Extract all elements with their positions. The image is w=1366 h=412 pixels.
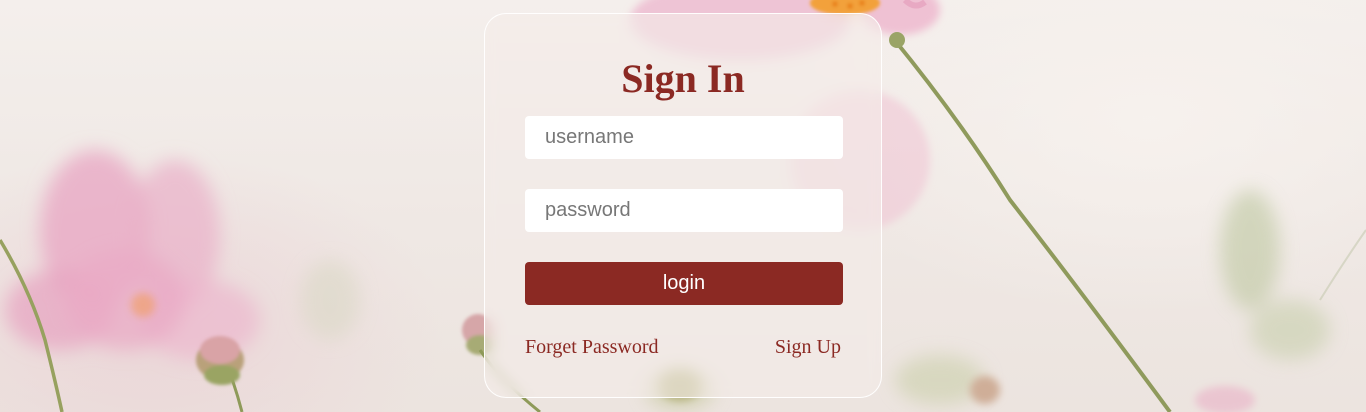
- sign-up-link[interactable]: Sign Up: [775, 335, 841, 359]
- username-input[interactable]: [525, 116, 843, 159]
- login-button[interactable]: login: [525, 262, 843, 305]
- forget-password-link[interactable]: Forget Password: [525, 335, 659, 359]
- password-input[interactable]: [525, 189, 843, 232]
- login-card: Sign In login Forget Password Sign Up: [484, 13, 882, 398]
- sign-in-heading: Sign In: [621, 56, 745, 101]
